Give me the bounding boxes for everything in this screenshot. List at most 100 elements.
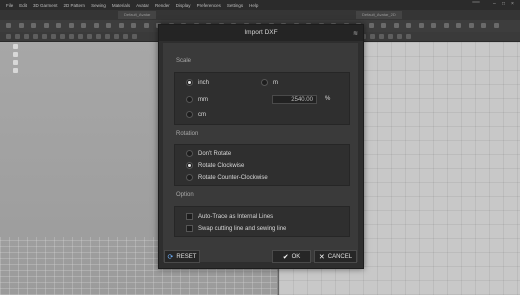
menu-help[interactable]: Help bbox=[249, 3, 258, 8]
toolbar-tool-icon[interactable] bbox=[106, 23, 111, 28]
ok-button[interactable]: ✔ OK bbox=[272, 250, 311, 263]
radio-m-label: m bbox=[273, 79, 278, 86]
maximize-icon[interactable]: □ bbox=[502, 2, 507, 7]
checkbox-icon[interactable] bbox=[186, 225, 193, 232]
scale-panel: inch m mm 2540.00 % cm bbox=[174, 72, 350, 125]
toolbar-tool-icon[interactable] bbox=[81, 23, 86, 28]
toolbar-tool-icon[interactable] bbox=[131, 23, 136, 28]
radio-cm[interactable]: cm bbox=[186, 111, 206, 118]
radio-icon[interactable] bbox=[186, 111, 193, 118]
radio-icon[interactable] bbox=[261, 79, 268, 86]
toolbar-tool-icon[interactable] bbox=[96, 34, 101, 39]
radio-dont-rotate[interactable]: Don't Rotate bbox=[186, 150, 231, 157]
reset-button-label: RESET bbox=[176, 253, 197, 260]
brand-badge bbox=[472, 1, 480, 3]
toolbar-tool-icon[interactable] bbox=[456, 23, 461, 28]
toolbar-tool-icon[interactable] bbox=[33, 34, 38, 39]
reset-button[interactable]: ⟳ RESET bbox=[164, 250, 200, 263]
toolbar-tool-icon[interactable] bbox=[24, 34, 29, 39]
toolbar-tool-icon[interactable] bbox=[493, 23, 499, 28]
view-tool-icon[interactable] bbox=[13, 44, 18, 49]
toolbar-tool-icon[interactable] bbox=[6, 23, 11, 28]
radio-rotate-counter-clockwise[interactable]: Rotate Counter-Clockwise bbox=[186, 174, 268, 181]
toolbar-tool-icon[interactable] bbox=[15, 34, 20, 39]
toolbar-tool-icon[interactable] bbox=[368, 23, 374, 28]
menu-file[interactable]: File bbox=[6, 3, 13, 8]
toolbar-tool-icon[interactable] bbox=[393, 23, 399, 28]
menu-display[interactable]: Display bbox=[176, 3, 191, 8]
toolbar-tool-icon[interactable] bbox=[406, 23, 411, 28]
menu-settings[interactable]: Settings bbox=[227, 3, 243, 8]
toolbar-tool-icon[interactable] bbox=[60, 34, 65, 39]
toolbar-tool-icon[interactable] bbox=[93, 23, 99, 28]
menu-render[interactable]: Render bbox=[155, 3, 170, 8]
radio-rotate-clockwise-label: Rotate Clockwise bbox=[198, 162, 245, 169]
option-section-label: Option bbox=[176, 192, 194, 198]
checkbox-swap-lines[interactable]: Swap cutting line and sewing line bbox=[186, 225, 286, 232]
toolbar-tool-icon[interactable] bbox=[43, 23, 49, 28]
toolbar-tool-icon[interactable] bbox=[42, 34, 47, 39]
checkbox-icon[interactable] bbox=[186, 213, 193, 220]
menu-materials[interactable]: Materials bbox=[112, 3, 130, 8]
close-x-icon: ✕ bbox=[318, 253, 325, 261]
close-icon[interactable]: × bbox=[511, 2, 516, 7]
toolbar-tool-icon[interactable] bbox=[388, 34, 393, 39]
scale-percent-input[interactable]: 2540.00 bbox=[272, 95, 317, 104]
tab-3d-view[interactable]: Default_Avatar bbox=[118, 11, 157, 19]
radio-inch-label: inch bbox=[198, 79, 210, 86]
toolbar-tool-icon[interactable] bbox=[105, 34, 110, 39]
menu-avatar[interactable]: Avatar bbox=[136, 3, 149, 8]
toolbar-tool-icon[interactable] bbox=[379, 34, 384, 39]
radio-selected-icon[interactable] bbox=[186, 162, 193, 169]
toolbar-tool-icon[interactable] bbox=[443, 23, 449, 28]
radio-rotate-clockwise[interactable]: Rotate Clockwise bbox=[186, 162, 244, 169]
tab-2d-view[interactable]: Default_Avatar_2D bbox=[356, 11, 402, 19]
dialog-body: Scale inch m mm 2540.00 % cm Rotation Do… bbox=[163, 43, 358, 262]
toolbar-tool-icon[interactable] bbox=[31, 23, 36, 28]
toolbar-tool-icon[interactable] bbox=[123, 34, 128, 39]
view-tool-icon[interactable] bbox=[13, 68, 18, 73]
toolbar-tool-icon[interactable] bbox=[118, 23, 124, 28]
scale-unit-label: % bbox=[325, 96, 331, 102]
toolbar-tool-icon[interactable] bbox=[143, 23, 149, 28]
toolbar-tool-icon[interactable] bbox=[6, 34, 11, 39]
toolbar-tool-icon[interactable] bbox=[431, 23, 436, 28]
toolbar-tool-icon[interactable] bbox=[51, 34, 56, 39]
toolbar-tool-icon[interactable] bbox=[397, 34, 402, 39]
toolbar-tool-icon[interactable] bbox=[114, 34, 119, 39]
toolbar-tool-icon[interactable] bbox=[418, 23, 424, 28]
menu-sewing[interactable]: Sewing bbox=[91, 3, 106, 8]
radio-mm-label: mm bbox=[198, 96, 208, 103]
view-tool-icon[interactable] bbox=[13, 60, 18, 65]
minimize-icon[interactable]: – bbox=[493, 2, 498, 7]
menu-edit[interactable]: Edit bbox=[19, 3, 27, 8]
toolbar-tool-icon[interactable] bbox=[69, 34, 74, 39]
toolbar-tool-icon[interactable] bbox=[68, 23, 74, 28]
viewport-side-tools bbox=[13, 44, 19, 84]
view-tool-icon[interactable] bbox=[13, 52, 18, 57]
toolbar-tool-icon[interactable] bbox=[78, 34, 83, 39]
radio-icon[interactable] bbox=[186, 96, 193, 103]
radio-selected-icon[interactable] bbox=[186, 79, 193, 86]
radio-icon[interactable] bbox=[186, 174, 193, 181]
radio-dont-rotate-label: Don't Rotate bbox=[198, 150, 232, 157]
menu-preferences[interactable]: Preferences bbox=[197, 3, 221, 8]
radio-mm[interactable]: mm bbox=[186, 96, 208, 103]
toolbar-tool-icon[interactable] bbox=[406, 34, 411, 39]
toolbar-tool-icon[interactable] bbox=[18, 23, 24, 28]
radio-icon[interactable] bbox=[186, 150, 193, 157]
toolbar-tool-icon[interactable] bbox=[481, 23, 486, 28]
toolbar-tool-icon[interactable] bbox=[381, 23, 386, 28]
toolbar-tool-icon[interactable] bbox=[468, 23, 474, 28]
toolbar-tool-icon[interactable] bbox=[132, 34, 137, 39]
menu-2d-pattern[interactable]: 2D Pattern bbox=[64, 3, 86, 8]
menu-3d-garment[interactable]: 3D Garment bbox=[33, 3, 58, 8]
rotation-section-label: Rotation bbox=[176, 131, 199, 137]
toolbar-tool-icon[interactable] bbox=[370, 34, 375, 39]
toolbar-tool-icon[interactable] bbox=[56, 23, 61, 28]
toolbar-tool-icon[interactable] bbox=[87, 34, 92, 39]
radio-m[interactable]: m bbox=[261, 79, 278, 86]
cancel-button[interactable]: ✕ CANCEL bbox=[314, 250, 357, 263]
radio-inch[interactable]: inch bbox=[186, 79, 209, 86]
checkbox-auto-trace[interactable]: Auto-Trace as Internal Lines bbox=[186, 213, 273, 220]
